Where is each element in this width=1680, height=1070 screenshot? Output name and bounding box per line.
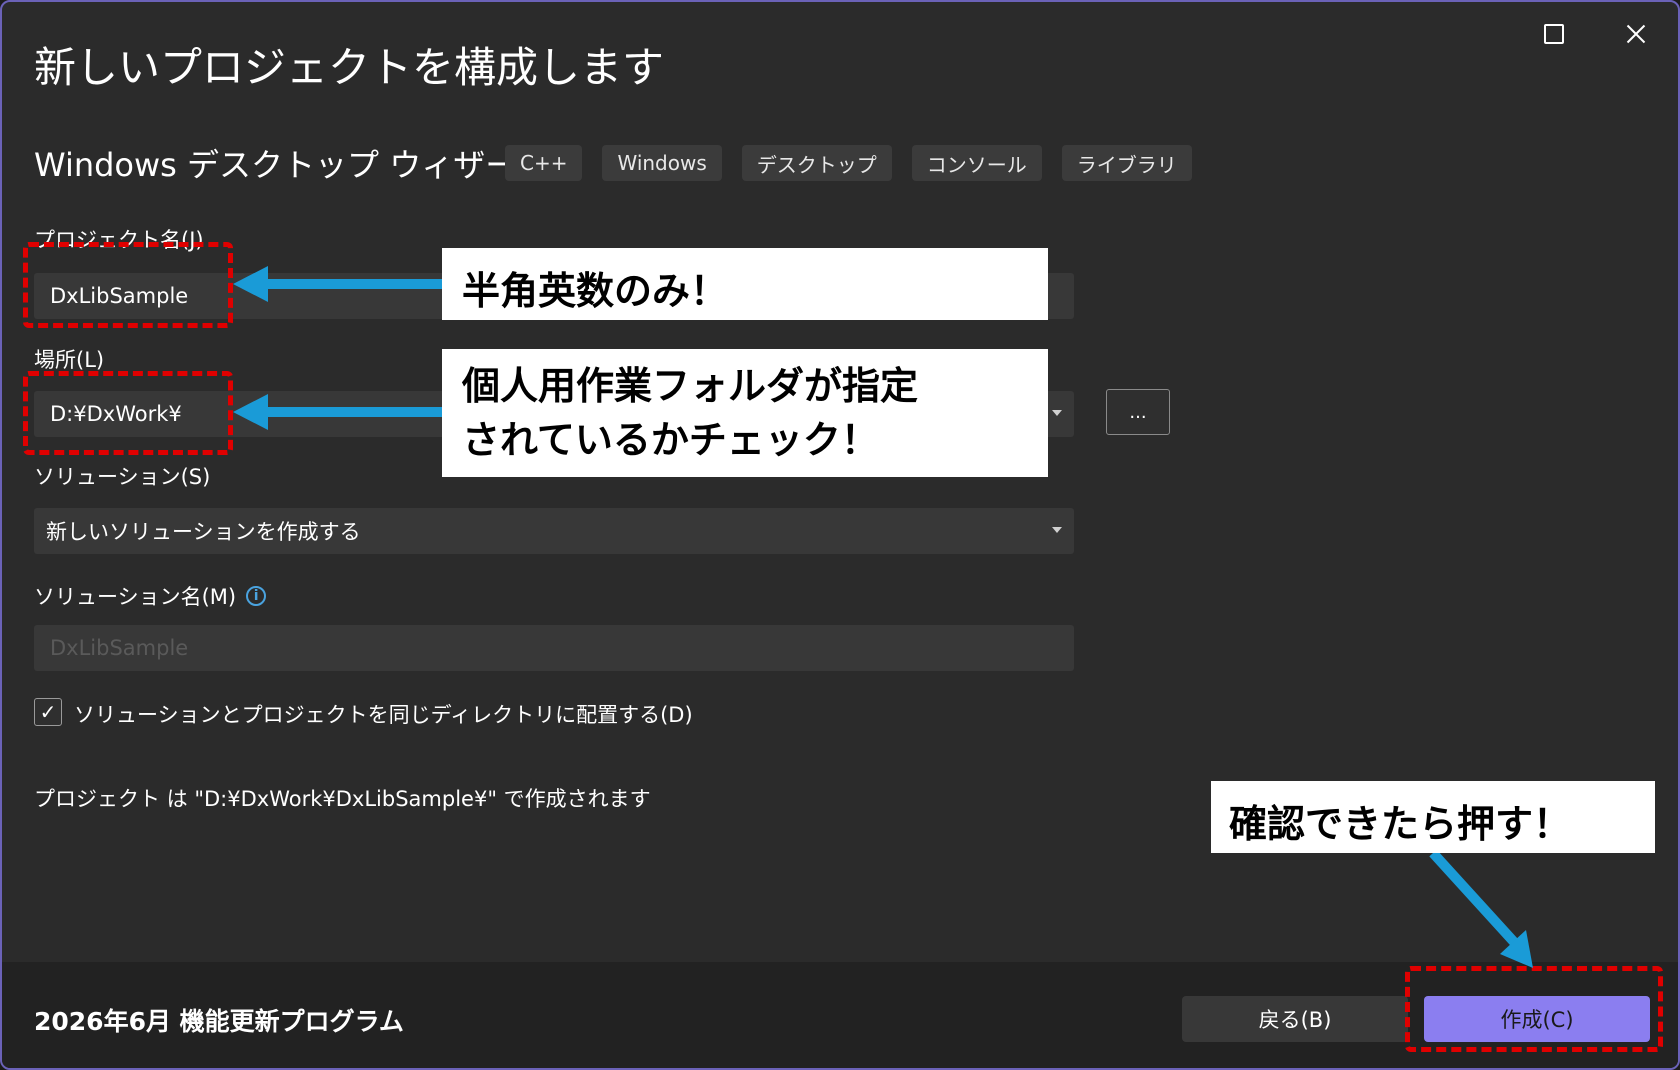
same-directory-checkbox[interactable]: ✓	[34, 698, 62, 726]
highlight-project-name	[23, 242, 233, 328]
tag-cpp: C++	[505, 145, 583, 181]
chevron-down-icon[interactable]	[1052, 527, 1062, 533]
maximize-button[interactable]	[1532, 14, 1576, 54]
solution-name-label-row: ソリューション名(M) i	[34, 581, 267, 611]
close-button[interactable]	[1614, 14, 1658, 54]
callout-location: 個人用作業フォルダが指定 されているかチェック！	[442, 349, 1048, 477]
solution-name-label: ソリューション名(M)	[34, 585, 237, 609]
project-path-info: プロジェクト は "D:¥DxWork¥DxLibSample¥" で作成されま…	[34, 787, 651, 811]
checkmark-icon: ✓	[39, 700, 57, 724]
callout-create: 確認できたら押す！	[1211, 781, 1655, 853]
tag-windows: Windows	[602, 145, 722, 181]
template-name: Windows デスクトップ ウィザード	[34, 146, 550, 184]
dialog-window: 新しいプロジェクトを構成します Windows デスクトップ ウィザード C++…	[0, 0, 1680, 1070]
back-button[interactable]: 戻る(B)	[1182, 996, 1408, 1042]
close-icon	[1624, 22, 1648, 46]
solution-select[interactable]: 新しいソリューションを作成する	[34, 508, 1074, 554]
solution-value: 新しいソリューションを作成する	[46, 520, 361, 544]
update-notice: 2026年6月 機能更新プログラム	[34, 1007, 404, 1036]
same-directory-label[interactable]: ソリューションとプロジェクトを同じディレクトリに配置する(D)	[74, 699, 693, 729]
browse-button[interactable]: ...	[1106, 389, 1170, 435]
template-tags: C++ Windows デスクトップ コンソール ライブラリ	[505, 145, 1192, 181]
solution-name-input: DxLibSample	[34, 625, 1074, 671]
highlight-create-button	[1405, 966, 1663, 1052]
tag-console: コンソール	[911, 145, 1042, 181]
callout-project-name: 半角英数のみ！	[442, 248, 1048, 320]
tag-library: ライブラリ	[1061, 145, 1192, 181]
location-label: 場所(L)	[34, 348, 105, 372]
dialog-title: 新しいプロジェクトを構成します	[34, 43, 665, 92]
highlight-location	[23, 371, 233, 455]
solution-label: ソリューション(S)	[34, 465, 211, 489]
maximize-icon	[1544, 24, 1564, 44]
tag-desktop: デスクトップ	[741, 145, 892, 181]
solution-name-placeholder: DxLibSample	[50, 636, 189, 660]
chevron-down-icon[interactable]	[1052, 410, 1062, 416]
info-icon[interactable]: i	[246, 586, 267, 606]
